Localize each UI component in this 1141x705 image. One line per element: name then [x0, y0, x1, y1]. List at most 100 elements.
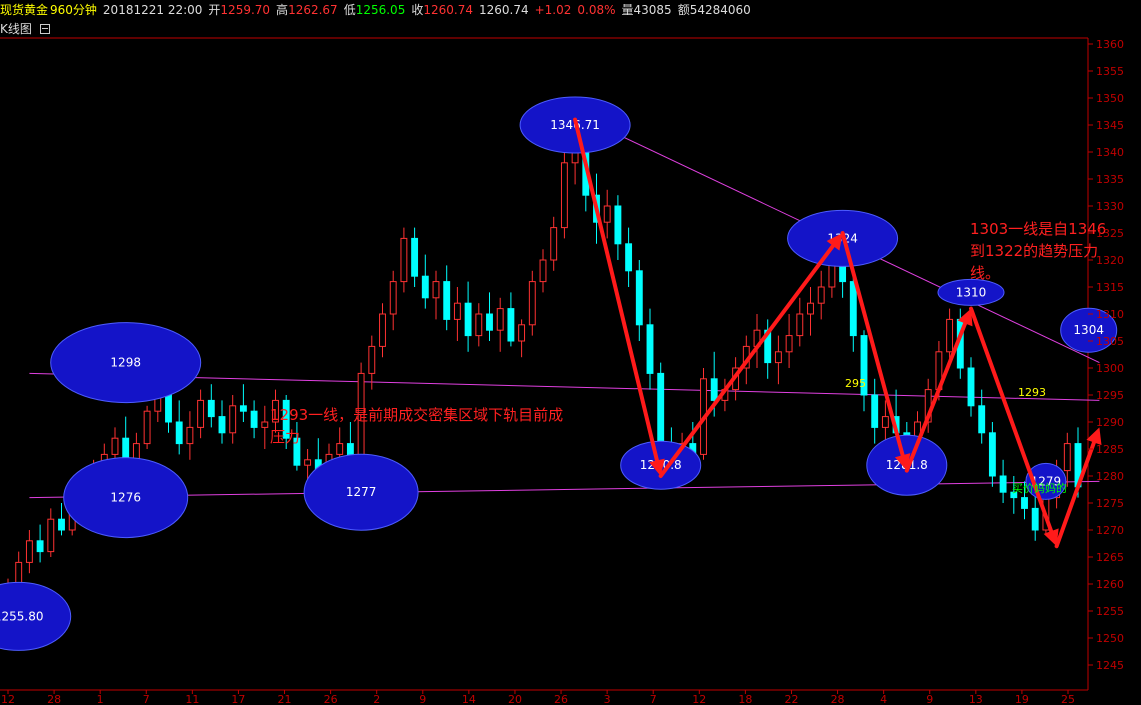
y-tick-label: 1305 [1096, 335, 1124, 348]
x-tick-label: 7 [650, 693, 657, 705]
candle-body [197, 399, 205, 428]
candle-body [143, 410, 151, 445]
x-tick-label: 17 [231, 693, 245, 705]
y-tick-label: 1290 [1096, 416, 1124, 429]
x-tick-label: 14 [462, 693, 476, 705]
candle-body [132, 443, 140, 461]
candle-body [978, 405, 986, 434]
x-tick-label: 1 [97, 693, 104, 705]
y-tick-label: 1330 [1096, 200, 1124, 213]
candle-body [635, 270, 643, 326]
y-tick-label: 1360 [1096, 38, 1124, 51]
trend-arrow [573, 117, 659, 463]
candle-body [250, 410, 258, 428]
y-tick-label: 1275 [1096, 497, 1124, 510]
candle-body [421, 275, 429, 299]
candle-body [239, 405, 247, 412]
y-tick-label: 1325 [1096, 227, 1124, 240]
note-text: 线。 [970, 264, 1000, 282]
candle-body [411, 237, 419, 277]
candle-body [988, 432, 996, 477]
candle-body [25, 540, 33, 563]
candle-body [475, 313, 483, 337]
candle-body [871, 394, 879, 428]
candle-body [486, 313, 493, 331]
ellipse-label: 1276 [110, 491, 141, 505]
x-tick-label: 21 [278, 693, 292, 705]
candle-body [229, 405, 237, 434]
candle-body [710, 378, 718, 401]
candle-body [625, 243, 633, 272]
candle-body [496, 308, 504, 331]
candle-body [807, 302, 814, 315]
candle-body [36, 540, 44, 553]
candle-body [518, 324, 526, 342]
candle-body [507, 308, 515, 342]
x-tick-label: 26 [554, 693, 568, 705]
candle-body [646, 324, 654, 374]
note-text: 到1322的趋势压力 [970, 242, 1098, 260]
x-tick-label: 9 [926, 693, 933, 705]
ellipse-label: 1255.80 [0, 609, 44, 623]
x-tick-label: 22 [784, 693, 798, 705]
y-tick-label: 1295 [1096, 389, 1124, 402]
price-tag: 买价妈妈的 [1012, 481, 1067, 495]
candle-body [785, 335, 793, 353]
candle-body [817, 286, 825, 304]
x-tick-label: 2 [373, 693, 380, 705]
candle-body [175, 421, 183, 445]
candle-body [550, 227, 558, 261]
candle-body [849, 281, 857, 337]
candle-body [443, 281, 451, 320]
y-tick-label: 1265 [1096, 551, 1124, 564]
y-tick-label: 1255 [1096, 605, 1124, 618]
candle-body [657, 372, 665, 445]
candle-body [796, 313, 804, 337]
candle-body [881, 416, 889, 428]
x-tick-label: 13 [969, 693, 983, 705]
y-tick-label: 1245 [1096, 659, 1124, 672]
candle-body [186, 426, 194, 445]
y-tick-label: 1320 [1096, 254, 1124, 267]
x-tick-label: 4 [880, 693, 887, 705]
candle-body [218, 416, 226, 434]
candle-body [261, 421, 269, 428]
y-tick-label: 1300 [1096, 362, 1124, 375]
candle-body [528, 281, 536, 326]
x-tick-label: 9 [419, 693, 426, 705]
y-tick-label: 1260 [1096, 578, 1124, 591]
y-tick-label: 1285 [1096, 443, 1124, 456]
candle-body [453, 302, 461, 320]
candle-body [967, 367, 975, 407]
ellipse-label: 1298 [110, 356, 141, 370]
candle-body [400, 237, 408, 283]
candle-body [368, 345, 376, 374]
x-tick-label: 7 [143, 693, 150, 705]
candle-body [58, 518, 65, 531]
y-tick-label: 1315 [1096, 281, 1124, 294]
y-tick-label: 1340 [1096, 146, 1124, 159]
x-tick-label: 19 [1015, 693, 1029, 705]
price-tag: 295 [845, 377, 866, 390]
candle-body [379, 313, 386, 347]
x-tick-label: 12 [692, 693, 706, 705]
x-tick-label: 11 [185, 693, 199, 705]
x-tick-label: 20 [508, 693, 522, 705]
x-tick-label: 3 [604, 693, 611, 705]
x-tick-label: 28 [47, 693, 61, 705]
candle-body [614, 205, 622, 245]
candle-body [1031, 507, 1039, 531]
trend-arrow [658, 243, 836, 478]
note-text: 1303一线是自1346 [970, 220, 1106, 238]
y-tick-label: 1250 [1096, 632, 1124, 645]
candle-body [464, 302, 472, 337]
candle-body [336, 443, 344, 455]
y-tick-label: 1350 [1096, 92, 1124, 105]
y-tick-label: 1345 [1096, 119, 1124, 132]
candle-body [207, 399, 215, 418]
x-tick-label: 28 [831, 693, 845, 705]
ellipse-label: 1310 [956, 285, 987, 299]
candle-body [539, 259, 547, 283]
price-tag: 1293 [1018, 386, 1046, 399]
candle-body [603, 205, 611, 223]
